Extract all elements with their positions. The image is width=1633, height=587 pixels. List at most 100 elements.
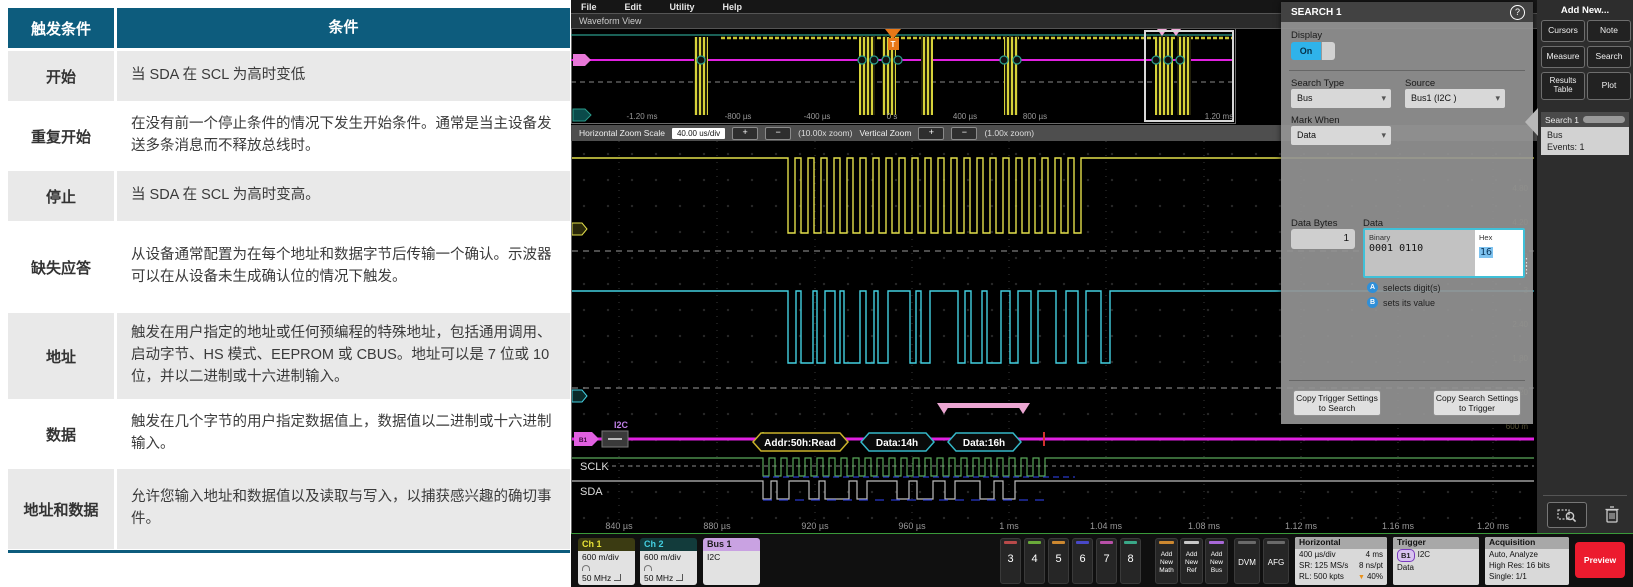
data-bytes-field[interactable]: 1 bbox=[1291, 229, 1355, 249]
binary-value[interactable]: 0001 0110 bbox=[1369, 243, 1471, 254]
row-label: 开始 bbox=[8, 51, 114, 101]
h-zoom-plus-button[interactable]: + bbox=[732, 127, 758, 140]
ref-color-stripe bbox=[1184, 541, 1199, 544]
search1-badge-header[interactable]: Search 1 bbox=[1541, 112, 1629, 127]
row-label: 地址 bbox=[8, 313, 114, 399]
data-value-box[interactable]: Binary 0001 0110 Hex 16 bbox=[1363, 228, 1525, 278]
v-zoom-label: Vertical Zoom bbox=[859, 128, 911, 138]
row-desc: 触发在用户指定的地址或任何预编程的特殊地址，包括通用调用、启动字节、HS 模式、… bbox=[117, 313, 570, 399]
row-label: 缺失应答 bbox=[8, 224, 114, 310]
ch2-badge-title: Ch 2 bbox=[640, 538, 697, 551]
ch4-button[interactable]: 4 bbox=[1024, 538, 1045, 584]
v-zoom-factor: (1.00x zoom) bbox=[984, 128, 1034, 138]
table-row: 缺失应答 从设备通常配置为在每个地址和数据字节后传输一个确认。示波器可以在从设备… bbox=[8, 224, 570, 310]
copy-search-to-trigger-button[interactable]: Copy Search Settings to Trigger bbox=[1433, 390, 1521, 416]
knob-b-hint: B sets its value bbox=[1367, 297, 1435, 308]
ch3-color-stripe bbox=[1004, 541, 1017, 544]
plot-button[interactable]: Plot bbox=[1587, 72, 1631, 100]
copy-trigger-to-search-button[interactable]: Copy Trigger Settings to Search bbox=[1293, 390, 1381, 416]
menu-file[interactable]: File bbox=[581, 2, 597, 12]
measure-button[interactable]: Measure bbox=[1541, 46, 1585, 68]
horizontal-settings-panel[interactable]: Horizontal 400 µs/div4 ms SR: 125 MS/s8 … bbox=[1295, 537, 1387, 585]
binary-section[interactable]: Binary 0001 0110 bbox=[1365, 230, 1475, 276]
hex-section[interactable]: Hex 16 bbox=[1475, 230, 1523, 276]
search1-badge-body[interactable]: Bus Events: 1 bbox=[1541, 127, 1629, 155]
mark-when-dropdown[interactable]: Data bbox=[1291, 126, 1391, 145]
search1-badge-title: Search 1 bbox=[1541, 115, 1583, 125]
h-zoom-factor: (10.00x zoom) bbox=[798, 128, 852, 138]
ch5-button[interactable]: 5 bbox=[1048, 538, 1069, 584]
note-button[interactable]: Note bbox=[1587, 20, 1631, 42]
ch1-marker[interactable] bbox=[572, 223, 587, 235]
ch6-button[interactable]: 6 bbox=[1072, 538, 1093, 584]
svg-text:880 µs: 880 µs bbox=[703, 521, 731, 531]
ch2-marker[interactable] bbox=[572, 390, 587, 402]
results-table-button[interactable]: Results Table bbox=[1541, 72, 1585, 100]
search1-badge[interactable]: Search 1 Bus Events: 1 bbox=[1541, 112, 1629, 155]
burst bbox=[859, 37, 875, 115]
ch2-badge[interactable]: Ch 2 600 m/div 50 MHz bbox=[640, 538, 697, 585]
afg-button[interactable]: AFG bbox=[1263, 538, 1289, 584]
horizontal-title: Horizontal bbox=[1295, 537, 1387, 549]
menu-utility[interactable]: Utility bbox=[670, 2, 695, 12]
help-icon[interactable]: ? bbox=[1510, 5, 1525, 20]
acquisition-settings-panel[interactable]: Acquisition Auto, Analyze High Res: 16 b… bbox=[1485, 537, 1569, 585]
h-zoom-minus-button[interactable]: − bbox=[765, 127, 791, 140]
add-new-bus-button[interactable]: Add New Bus bbox=[1205, 538, 1228, 584]
bandwidth-icon bbox=[676, 574, 683, 581]
bus1-type: I2C bbox=[707, 552, 756, 563]
mark-when-label: Mark When bbox=[1291, 115, 1340, 126]
knob-b-icon: B bbox=[1367, 297, 1378, 308]
v-zoom-plus-button[interactable]: + bbox=[918, 127, 944, 140]
math-color-stripe bbox=[1159, 541, 1174, 544]
bus1-badge-title: Bus 1 bbox=[703, 538, 760, 551]
v-zoom-minus-button[interactable]: − bbox=[951, 127, 977, 140]
ch8-button[interactable]: 8 bbox=[1120, 538, 1141, 584]
burst bbox=[1177, 37, 1191, 115]
ch7-button[interactable]: 7 bbox=[1096, 538, 1117, 584]
svg-text:960 µs: 960 µs bbox=[898, 521, 926, 531]
settings-bar: Ch 1 600 m/div 50 MHz Ch 2 600 m/div 50 … bbox=[571, 533, 1633, 587]
svg-text:840 µs: 840 µs bbox=[605, 521, 633, 531]
h-zoom-scale-value[interactable]: 40.00 us/div bbox=[672, 128, 725, 139]
search-button[interactable]: Search bbox=[1587, 46, 1631, 68]
binary-label: Binary bbox=[1369, 233, 1471, 242]
search1-toggle-pill[interactable] bbox=[1583, 116, 1625, 123]
hex-value[interactable]: 16 bbox=[1479, 247, 1493, 258]
ch1-badge[interactable]: Ch 1 600 m/div 50 MHz bbox=[578, 538, 635, 585]
dvm-button[interactable]: DVM bbox=[1234, 538, 1260, 584]
search-config-panel: SEARCH 1 ? Display On Search Type Bus So… bbox=[1281, 2, 1533, 424]
svg-text:0 s: 0 s bbox=[887, 112, 898, 121]
bus-b1-label: B1 bbox=[579, 437, 588, 444]
source-label: Source bbox=[1405, 78, 1435, 89]
i2c-trigger-table: 触发条件 条件 开始 当 SDA 在 SCL 为高时变低 重复开始 在没有前一个… bbox=[8, 8, 570, 553]
table-row: 数据 触发在几个字节的用户指定数据值上，数据值以二进制或十六进制输入。 bbox=[8, 402, 570, 466]
svg-text:T: T bbox=[891, 40, 896, 49]
add-new-math-button[interactable]: Add New Math bbox=[1155, 538, 1178, 584]
trigger-settings-panel[interactable]: Trigger B1I2C Data bbox=[1393, 537, 1479, 585]
knob-a-hint: A selects digit(s) bbox=[1367, 282, 1441, 293]
source-dropdown[interactable]: Bus1 (I2C ) bbox=[1405, 89, 1505, 108]
panel-drag-handle[interactable]: ⋮⋮ bbox=[1521, 260, 1532, 274]
tab-waveform-view[interactable]: Waveform View bbox=[571, 16, 642, 26]
svg-text:1 ms: 1 ms bbox=[999, 521, 1019, 531]
add-new-ref-button[interactable]: Add New Ref bbox=[1180, 538, 1203, 584]
table-row: 开始 当 SDA 在 SCL 为高时变低 bbox=[8, 51, 570, 101]
display-toggle[interactable]: On bbox=[1291, 42, 1335, 60]
trigger-type: I2C bbox=[1418, 549, 1430, 562]
ch3-button[interactable]: 3 bbox=[1000, 538, 1021, 584]
delete-button[interactable] bbox=[1599, 502, 1625, 526]
search-type-dropdown[interactable]: Bus bbox=[1291, 89, 1391, 108]
acquisition-title: Acquisition bbox=[1485, 537, 1569, 549]
burst bbox=[1155, 37, 1173, 115]
search-panel-header[interactable]: SEARCH 1 ? bbox=[1281, 2, 1533, 22]
bus1-badge[interactable]: Bus 1 I2C bbox=[703, 538, 760, 585]
menu-edit[interactable]: Edit bbox=[625, 2, 642, 12]
preview-button[interactable]: Preview bbox=[1575, 542, 1625, 578]
zoom-search-button[interactable] bbox=[1547, 502, 1587, 528]
acq-single: Single: 1/1 bbox=[1489, 571, 1527, 582]
cursors-button[interactable]: Cursors bbox=[1541, 20, 1585, 42]
menu-help[interactable]: Help bbox=[723, 2, 743, 12]
sda-label: SDA bbox=[580, 486, 603, 498]
row-desc: 允许您输入地址和数据值以及读取与写入，以捕获感兴趣的确切事件。 bbox=[117, 469, 570, 549]
